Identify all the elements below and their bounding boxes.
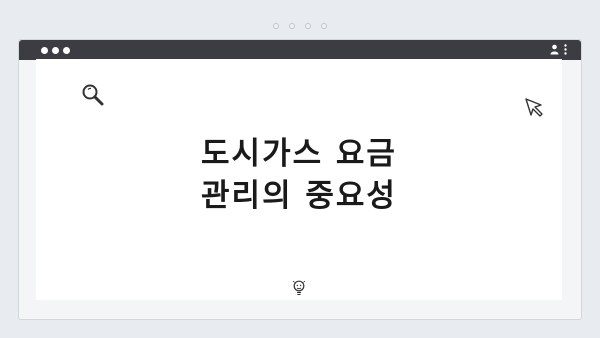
page-dot (321, 23, 327, 29)
headline: 도시가스 요금 관리의 중요성 (36, 133, 562, 217)
window-maximize-button[interactable] (63, 46, 70, 54)
lightbulb-icon (292, 280, 306, 296)
window-close-button[interactable] (41, 46, 48, 54)
user-icon[interactable] (550, 44, 559, 55)
titlebar-actions (550, 44, 567, 55)
window-controls (41, 46, 70, 54)
page-dot (305, 23, 311, 29)
page-indicator-dots (273, 23, 327, 29)
page-content: 도시가스 요금 관리의 중요성 (36, 59, 562, 300)
headline-line-2: 관리의 중요성 (201, 178, 397, 214)
search-icon[interactable] (81, 83, 105, 107)
page-dot (273, 23, 279, 29)
window-minimize-button[interactable] (52, 46, 59, 54)
page-dot (289, 23, 295, 29)
headline-line-1: 도시가스 요금 (201, 136, 397, 172)
cursor-icon (525, 98, 543, 117)
more-vertical-icon[interactable] (564, 44, 567, 55)
browser-titlebar (19, 40, 581, 60)
